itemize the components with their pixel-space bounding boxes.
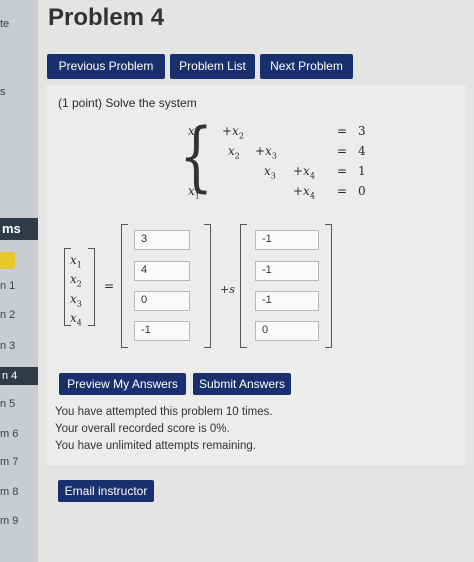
sidebar-fragment: s bbox=[0, 86, 6, 98]
sidebar-item-problem-7[interactable]: m 7 bbox=[0, 456, 18, 468]
sidebar-item-problem-3[interactable]: n 3 bbox=[0, 340, 15, 352]
eq1-term1: x1 bbox=[188, 124, 200, 141]
vector-label-x4: x4 bbox=[70, 311, 82, 328]
particular-vector-right-bracket bbox=[204, 224, 211, 348]
sidebar-item-problem-6[interactable]: m 6 bbox=[0, 428, 18, 440]
sidebar-item-problem-9[interactable]: m 9 bbox=[0, 515, 18, 527]
problem-prompt: (1 point) Solve the system bbox=[58, 96, 197, 110]
direction-vector-left-bracket bbox=[240, 224, 247, 348]
eq1-rhs: 3 bbox=[358, 124, 366, 138]
direction-x3-input[interactable]: -1 bbox=[255, 291, 319, 311]
particular-x4-input[interactable]: -1 bbox=[134, 321, 190, 341]
particular-x1-input[interactable]: 3 bbox=[134, 230, 190, 250]
variable-vector-right-bracket bbox=[88, 248, 95, 326]
email-instructor-button[interactable]: Email instructor bbox=[58, 480, 154, 502]
eq4-equals: = bbox=[337, 184, 348, 198]
next-problem-button[interactable]: Next Problem bbox=[260, 54, 353, 79]
eq2-rhs: 4 bbox=[358, 144, 366, 158]
sidebar-item-problem-4[interactable]: n 4 bbox=[0, 367, 38, 385]
eq3-equals: = bbox=[337, 164, 348, 178]
direction-vector-right-bracket bbox=[325, 224, 332, 348]
eq3-term3: x3 bbox=[264, 164, 276, 181]
vector-label-x1: x1 bbox=[70, 253, 82, 270]
direction-x1-input[interactable]: -1 bbox=[255, 230, 319, 250]
vector-label-x3: x3 bbox=[70, 292, 82, 309]
eq4-rhs: 0 bbox=[358, 184, 366, 198]
sidebar-item-problem-5[interactable]: n 5 bbox=[0, 398, 15, 410]
submit-answers-button[interactable]: Submit Answers bbox=[193, 373, 291, 395]
direction-x4-input[interactable]: 0 bbox=[255, 321, 319, 341]
eq2-equals: = bbox=[337, 144, 348, 158]
page-title: Problem 4 bbox=[48, 4, 165, 31]
remaining-attempts-message: You have unlimited attempts remaining. bbox=[55, 440, 256, 452]
eq1-equals: = bbox=[337, 124, 348, 138]
eq1-term2: +x2 bbox=[222, 124, 244, 141]
eq4-term1: x1 bbox=[188, 184, 200, 201]
sidebar-item-problem-8[interactable]: m 8 bbox=[0, 486, 18, 498]
sidebar-item-problem-2[interactable]: n 2 bbox=[0, 309, 15, 321]
problem-list-button[interactable]: Problem List bbox=[170, 54, 255, 79]
eq4-term4: +x4 bbox=[293, 184, 315, 201]
sidebar-fragment: te bbox=[0, 18, 10, 30]
particular-vector-left-bracket bbox=[121, 224, 128, 348]
vector-equals: = bbox=[104, 279, 115, 293]
eq2-term3: +x3 bbox=[255, 144, 277, 161]
plus-s-label: +s bbox=[220, 283, 235, 296]
sidebar: te s ms n 1 n 2 n 3 n 4 n 5 m 6 m 7 m 8 … bbox=[0, 0, 38, 562]
score-message: Your overall recorded score is 0%. bbox=[55, 423, 230, 435]
eq3-term4: +x4 bbox=[293, 164, 315, 181]
particular-x2-input[interactable]: 4 bbox=[134, 261, 190, 281]
eq3-rhs: 1 bbox=[358, 164, 366, 178]
attempts-message: You have attempted this problem 10 times… bbox=[55, 406, 273, 418]
eq2-term2: x2 bbox=[228, 144, 240, 161]
vector-label-x2: x2 bbox=[70, 272, 82, 289]
direction-x2-input[interactable]: -1 bbox=[255, 261, 319, 281]
previous-problem-button[interactable]: Previous Problem bbox=[47, 54, 165, 79]
preview-answers-button[interactable]: Preview My Answers bbox=[59, 373, 186, 395]
particular-x3-input[interactable]: 0 bbox=[134, 291, 190, 311]
sidebar-active-marker bbox=[0, 252, 15, 269]
sidebar-section-heading: ms bbox=[0, 218, 38, 240]
sidebar-item-problem-1[interactable]: n 1 bbox=[0, 280, 15, 292]
